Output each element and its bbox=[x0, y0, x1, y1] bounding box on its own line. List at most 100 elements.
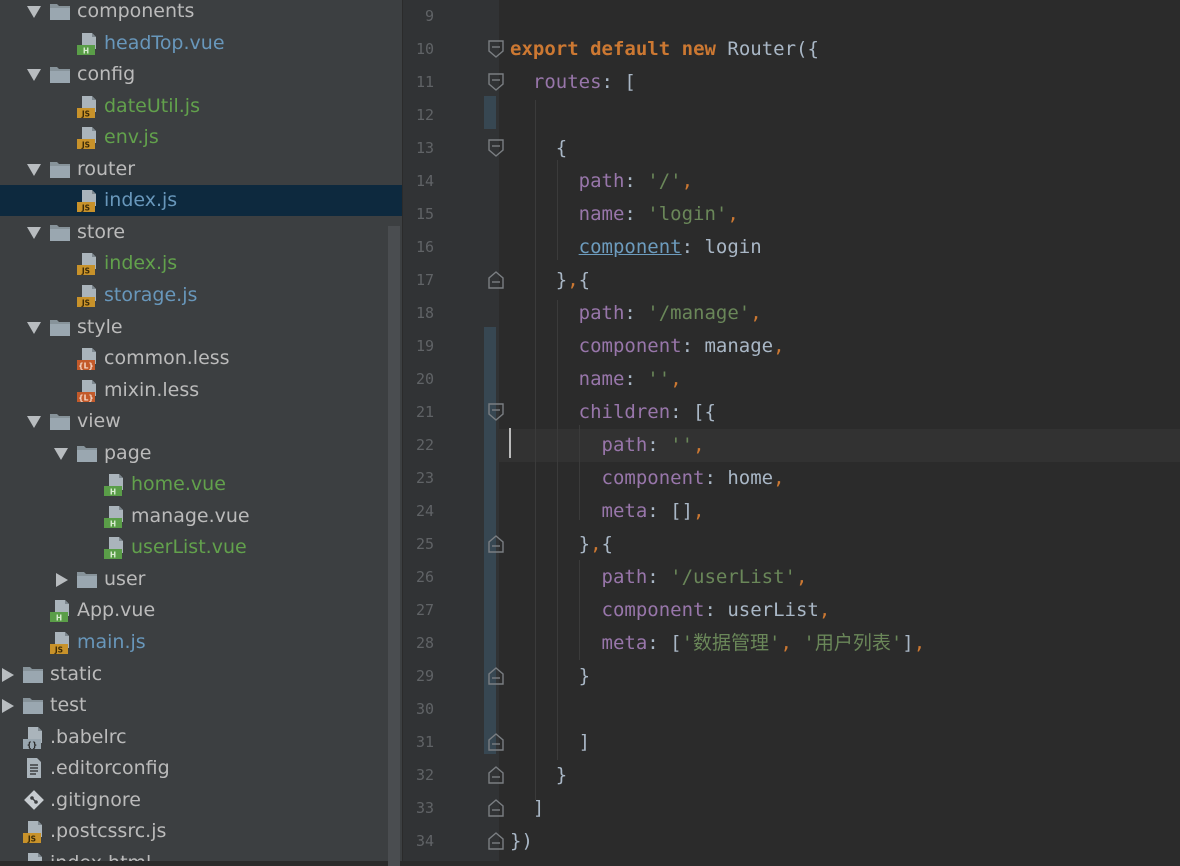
code-line[interactable]: export default new Router({ bbox=[498, 33, 1180, 66]
tree-item-index-html[interactable]: Hindex.html bbox=[0, 848, 402, 861]
code-line[interactable]: name: '', bbox=[498, 363, 1180, 396]
tree-item-style[interactable]: style bbox=[0, 312, 402, 343]
fold-end-icon[interactable] bbox=[487, 667, 505, 685]
chevron-right-icon[interactable] bbox=[2, 699, 14, 714]
tree-item-store[interactable]: store bbox=[0, 217, 402, 248]
code-line[interactable]: component: home, bbox=[498, 462, 1180, 495]
tree-item-index-js[interactable]: JS index.js bbox=[0, 248, 402, 279]
js-file-icon: JS bbox=[77, 252, 101, 280]
fold-end-icon[interactable] bbox=[487, 799, 505, 817]
tree-item-headtop-vue[interactable]: HheadTop.vue bbox=[0, 28, 402, 59]
line-number: 34 bbox=[415, 832, 434, 850]
svg-text:JS: JS bbox=[81, 298, 90, 307]
code-token: : [ bbox=[601, 71, 636, 93]
code-line[interactable]: meta: [], bbox=[498, 495, 1180, 528]
code-line[interactable]: name: 'login', bbox=[498, 198, 1180, 231]
code-line[interactable]: path: '/', bbox=[498, 165, 1180, 198]
chevron-down-icon[interactable] bbox=[27, 6, 41, 18]
chevron-down-icon[interactable] bbox=[27, 69, 41, 82]
code-token: name bbox=[578, 368, 625, 390]
code-line[interactable]: children: [{ bbox=[498, 396, 1180, 429]
code-token: : login bbox=[681, 236, 762, 258]
code-token: name bbox=[578, 203, 625, 225]
tree-item-common-less[interactable]: {L} common.less bbox=[0, 343, 402, 374]
tree-item-storage-js[interactable]: JS storage.js bbox=[0, 280, 402, 311]
tree-item-gitignore[interactable]: .gitignore bbox=[0, 785, 402, 816]
js-file-icon: JS bbox=[77, 126, 101, 154]
fold-collapse-icon[interactable] bbox=[487, 73, 505, 91]
fold-end-icon[interactable] bbox=[487, 535, 505, 553]
code-line[interactable]: }) bbox=[498, 825, 1180, 858]
code-line[interactable]: ] bbox=[498, 792, 1180, 825]
code-line[interactable] bbox=[498, 0, 1180, 33]
tree-item-home-vue[interactable]: Hhome.vue bbox=[0, 469, 402, 500]
code-line[interactable]: path: '/manage', bbox=[498, 297, 1180, 330]
line-number: 10 bbox=[415, 40, 434, 58]
fold-collapse-icon[interactable] bbox=[487, 403, 505, 421]
tree-item-label: .babelrc bbox=[50, 725, 127, 748]
fold-collapse-icon[interactable] bbox=[487, 40, 505, 58]
tree-item-manage-vue[interactable]: Hmanage.vue bbox=[0, 501, 402, 532]
tree-item-page[interactable]: page bbox=[0, 438, 402, 469]
project-tree-scrollbar[interactable] bbox=[388, 226, 400, 866]
code-line[interactable]: component: userList, bbox=[498, 594, 1180, 627]
line-number: 32 bbox=[415, 766, 434, 784]
tree-item-router[interactable]: router bbox=[0, 154, 402, 185]
code-line[interactable]: } bbox=[498, 759, 1180, 792]
js-file-icon: JS bbox=[23, 820, 47, 848]
code-token: : manage bbox=[681, 335, 774, 357]
chevron-right-icon[interactable] bbox=[2, 667, 14, 682]
code-line[interactable] bbox=[498, 693, 1180, 726]
code-line[interactable]: path: '/userList', bbox=[498, 561, 1180, 594]
code-line[interactable]: },{ bbox=[498, 528, 1180, 561]
tree-item-label: env.js bbox=[104, 126, 159, 149]
chevron-right-icon[interactable] bbox=[56, 572, 68, 587]
chevron-down-icon[interactable] bbox=[27, 321, 41, 334]
fold-end-icon[interactable] bbox=[487, 766, 505, 784]
tree-item-view[interactable]: view bbox=[0, 406, 402, 437]
code-line[interactable]: ] bbox=[498, 726, 1180, 759]
tree-item-components[interactable]: components bbox=[0, 0, 402, 27]
tree-item-main-js[interactable]: JS main.js bbox=[0, 627, 402, 658]
tree-item-editorconfig[interactable]: .editorconfig bbox=[0, 753, 402, 784]
tree-item-user[interactable]: user bbox=[0, 564, 402, 595]
tree-item-babelrc[interactable]: {} .babelrc bbox=[0, 722, 402, 753]
chevron-down-icon[interactable] bbox=[27, 416, 41, 429]
fold-end-icon[interactable] bbox=[487, 733, 505, 751]
code-line[interactable]: { bbox=[498, 132, 1180, 165]
tree-item-dateutil-js[interactable]: JS dateUtil.js bbox=[0, 91, 402, 122]
tree-item-userlist-vue[interactable]: HuserList.vue bbox=[0, 532, 402, 563]
fold-end-icon[interactable] bbox=[487, 832, 505, 850]
code-token: : [ bbox=[647, 632, 682, 654]
code-line[interactable]: routes: [ bbox=[498, 66, 1180, 99]
code-line[interactable] bbox=[498, 99, 1180, 132]
tree-item-test[interactable]: test bbox=[0, 690, 402, 721]
code-line[interactable]: component: login bbox=[498, 231, 1180, 264]
code-line[interactable]: component: manage, bbox=[498, 330, 1180, 363]
code-line[interactable]: path: '', bbox=[498, 429, 1180, 462]
folder-icon bbox=[22, 664, 44, 688]
tree-item-index-js[interactable]: JS index.js bbox=[0, 185, 402, 217]
tree-item-postcssrc-js[interactable]: JS .postcssrc.js bbox=[0, 816, 402, 847]
code-line[interactable]: },{ bbox=[498, 264, 1180, 297]
change-marker[interactable] bbox=[484, 96, 496, 129]
line-number: 33 bbox=[415, 799, 434, 817]
chevron-down-icon[interactable] bbox=[27, 226, 41, 239]
tree-item-app-vue[interactable]: H App.vue bbox=[0, 595, 402, 626]
fold-collapse-icon[interactable] bbox=[487, 139, 505, 157]
tree-item-mixin-less[interactable]: {L} mixin.less bbox=[0, 375, 402, 406]
code-line[interactable]: meta: ['数据管理', '用户列表'], bbox=[498, 627, 1180, 660]
tree-item-config[interactable]: config bbox=[0, 59, 402, 90]
fold-end-icon[interactable] bbox=[487, 271, 505, 289]
code-line[interactable]: } bbox=[498, 660, 1180, 693]
chevron-down-icon[interactable] bbox=[27, 163, 41, 176]
code-token: , bbox=[773, 335, 785, 357]
code-token: , bbox=[727, 203, 739, 225]
chevron-down-icon[interactable] bbox=[54, 447, 68, 460]
code-token: }) bbox=[510, 830, 533, 852]
code-token: meta bbox=[601, 500, 648, 522]
tree-item-static[interactable]: static bbox=[0, 659, 402, 690]
tree-item-env-js[interactable]: JS env.js bbox=[0, 122, 402, 153]
